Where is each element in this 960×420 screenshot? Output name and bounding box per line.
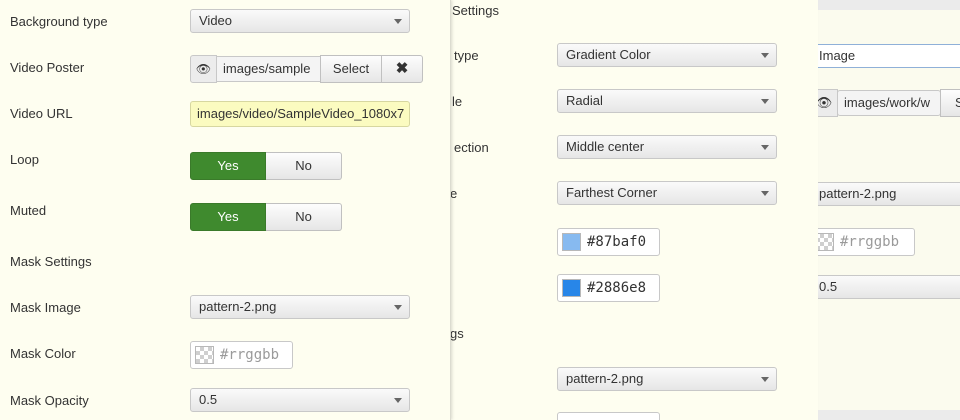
gradient-type-select[interactable]: Gradient Color [557, 43, 777, 67]
gradient-size-value: Farthest Corner [566, 185, 658, 200]
eye-icon: 👁 [815, 95, 833, 110]
middle-section-title: Settings [452, 3, 499, 18]
mask-image-label: Mask Image [10, 300, 81, 315]
mask-color-label: Mask Color [10, 346, 76, 361]
middle-settings-panel: Settings type le ection e gs Gradient Co… [436, 0, 818, 420]
mask-opacity-label: Mask Opacity [10, 393, 89, 408]
gradient-color2-value: #2886e8 [587, 280, 647, 296]
mask-image-select[interactable]: pattern-2.png [190, 295, 410, 319]
mask-image-value: pattern-2.png [199, 299, 277, 314]
video-poster-path-value: images/sample [223, 61, 311, 76]
right-mask-opacity-value: 0.5 [819, 279, 838, 294]
video-poster-path-input[interactable]: images/sample [216, 56, 321, 82]
background-type-label: Background type [10, 14, 108, 29]
gradient-color1-value: #87baf0 [587, 234, 647, 250]
middle-mask-color-field[interactable] [557, 412, 660, 420]
right-background-type-select[interactable]: Image [810, 44, 960, 68]
video-poster-clear-button[interactable]: ✖ [381, 55, 423, 83]
video-url-label: Video URL [10, 106, 73, 121]
video-poster-select-button[interactable]: Select [320, 55, 382, 83]
gradient-size-select[interactable]: Farthest Corner [557, 181, 777, 205]
mask-color-placeholder: #rrggbb [220, 347, 280, 363]
muted-no-button[interactable]: No [266, 203, 342, 231]
gradient-size-label: e [450, 186, 458, 201]
gradient-style-value: Radial [566, 93, 603, 108]
right-mask-color-placeholder: #rrggbb [840, 234, 900, 250]
chevron-down-icon [394, 19, 402, 24]
gradient-style-label: le [452, 94, 463, 109]
chevron-down-icon [761, 53, 769, 58]
loop-label: Loop [10, 152, 39, 167]
right-poster-select-button[interactable]: S [940, 89, 960, 117]
gradient-color2-field[interactable]: #2886e8 [557, 274, 660, 302]
gradient-type-label: type [454, 48, 479, 63]
left-settings-panel: Background type Video Poster Video URL L… [0, 0, 451, 420]
gradient-direction-select[interactable]: Middle center [557, 135, 777, 159]
loop-no-button[interactable]: No [266, 152, 342, 180]
background-type-value: Video [199, 13, 233, 28]
color2-swatch-icon [562, 279, 581, 297]
transparent-swatch-icon [195, 346, 214, 364]
poster-preview-button[interactable]: 👁 [190, 55, 217, 83]
right-poster-select-label: S [955, 95, 960, 110]
right-mask-opacity-select[interactable]: 0.5 [810, 275, 960, 299]
right-poster-path-value: images/work/w [844, 95, 930, 110]
loop-yes-label: Yes [217, 158, 239, 173]
chevron-down-icon [761, 377, 769, 382]
mask-settings-heading: Mask Settings [10, 254, 92, 269]
middle-mask-image-value: pattern-2.png [566, 371, 644, 386]
muted-yes-label: Yes [217, 209, 239, 224]
background-type-select[interactable]: Video [190, 9, 410, 33]
muted-label: Muted [10, 203, 47, 218]
gradient-direction-label: ection [454, 140, 489, 155]
gradient-direction-value: Middle center [566, 139, 645, 154]
color1-swatch-icon [562, 233, 581, 251]
video-url-value: images/video/SampleVideo_1080x7 [197, 106, 405, 121]
chevron-down-icon [761, 99, 769, 104]
loop-yes-button[interactable]: Yes [190, 152, 266, 180]
middle-mask-section-label: gs [450, 326, 464, 341]
muted-no-label: No [295, 209, 312, 224]
right-mask-image-value: pattern-2.png [819, 186, 897, 201]
mask-opacity-select[interactable]: 0.5 [190, 388, 410, 412]
gradient-color1-field[interactable]: #87baf0 [557, 228, 660, 256]
gradient-style-select[interactable]: Radial [557, 89, 777, 113]
mask-color-field[interactable]: #rrggbb [190, 341, 293, 369]
right-mask-image-select[interactable]: pattern-2.png [810, 182, 960, 206]
gradient-type-value: Gradient Color [566, 47, 651, 62]
right-settings-panel: Image 👁 images/work/w S pattern-2.png #r… [798, 10, 960, 410]
select-button-label: Select [332, 61, 370, 76]
muted-yes-button[interactable]: Yes [190, 203, 266, 231]
mask-opacity-value: 0.5 [199, 392, 218, 407]
chevron-down-icon [394, 398, 402, 403]
chevron-down-icon [761, 145, 769, 150]
loop-no-label: No [295, 158, 312, 173]
chevron-down-icon [761, 191, 769, 196]
right-background-type-value: Image [819, 48, 856, 63]
eye-icon: 👁 [195, 62, 212, 76]
right-poster-path-input[interactable]: images/work/w [837, 90, 941, 116]
chevron-down-icon [394, 305, 402, 310]
video-poster-label: Video Poster [10, 60, 85, 75]
middle-mask-image-select[interactable]: pattern-2.png [557, 367, 777, 391]
video-url-input[interactable]: images/video/SampleVideo_1080x7 [190, 101, 410, 127]
close-icon: ✖ [395, 60, 409, 77]
right-mask-color-field[interactable]: #rrggbb [810, 228, 915, 256]
